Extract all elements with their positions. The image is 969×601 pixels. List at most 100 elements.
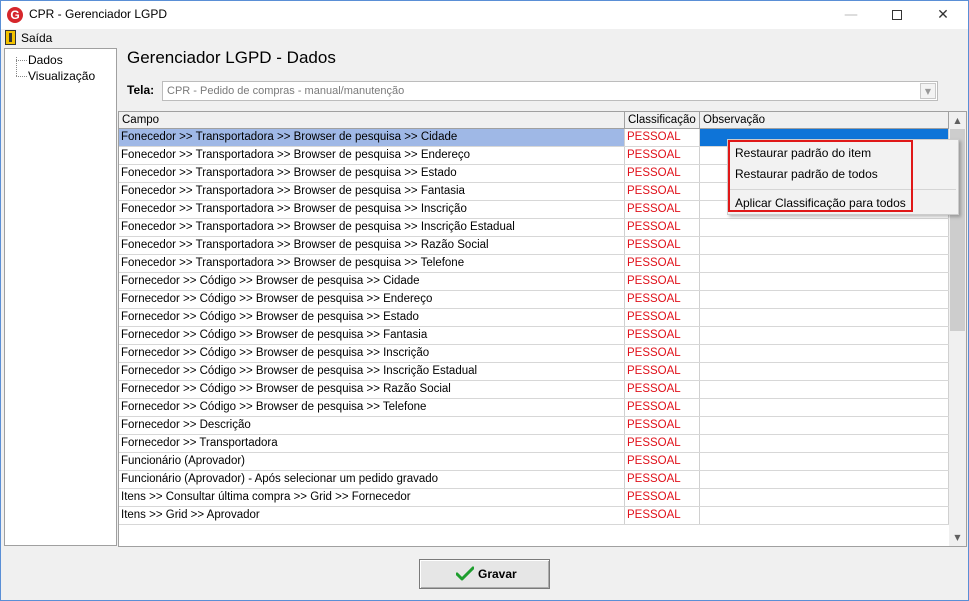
cell-campo[interactable]: Fornecedor >> Código >> Browser de pesqu… xyxy=(119,327,625,344)
table-row[interactable]: Funcionário (Aprovador) PESSOAL xyxy=(119,453,949,471)
cell-classificacao[interactable]: PESSOAL xyxy=(625,507,700,524)
cell-observacao[interactable] xyxy=(700,453,949,470)
table-row[interactable]: Fornecedor >> Transportadora PESSOAL xyxy=(119,435,949,453)
table-row[interactable]: Fornecedor >> Descrição PESSOAL xyxy=(119,417,949,435)
cell-classificacao[interactable]: PESSOAL xyxy=(625,147,700,164)
cell-campo[interactable]: Fonecedor >> Transportadora >> Browser d… xyxy=(119,129,625,146)
cell-classificacao[interactable]: PESSOAL xyxy=(625,219,700,236)
cell-observacao[interactable] xyxy=(700,471,949,488)
menu-item-restaurar-item[interactable]: Restaurar padrão do item xyxy=(735,146,871,160)
cell-classificacao[interactable]: PESSOAL xyxy=(625,435,700,452)
cell-classificacao[interactable]: PESSOAL xyxy=(625,237,700,254)
table-row[interactable]: Funcionário (Aprovador) - Após seleciona… xyxy=(119,471,949,489)
table-row[interactable]: Itens >> Consultar última compra >> Grid… xyxy=(119,489,949,507)
cell-campo[interactable]: Fornecedor >> Código >> Browser de pesqu… xyxy=(119,309,625,326)
table-row[interactable]: Fornecedor >> Código >> Browser de pesqu… xyxy=(119,345,949,363)
cell-campo[interactable]: Itens >> Grid >> Aprovador xyxy=(119,507,625,524)
cell-classificacao[interactable]: PESSOAL xyxy=(625,489,700,506)
cell-classificacao[interactable]: PESSOAL xyxy=(625,129,700,146)
table-row[interactable]: Fonecedor >> Transportadora >> Browser d… xyxy=(119,255,949,273)
table-row[interactable]: Fornecedor >> Código >> Browser de pesqu… xyxy=(119,381,949,399)
cell-campo[interactable]: Fornecedor >> Descrição xyxy=(119,417,625,434)
table-row[interactable]: Fonecedor >> Transportadora >> Browser d… xyxy=(119,237,949,255)
cell-observacao[interactable] xyxy=(700,417,949,434)
column-header-observacao[interactable]: Observação xyxy=(700,112,949,129)
column-header-classificacao[interactable]: Classificação xyxy=(625,112,700,129)
table-row[interactable]: Fornecedor >> Código >> Browser de pesqu… xyxy=(119,327,949,345)
cell-observacao[interactable] xyxy=(700,507,949,524)
table-row[interactable]: Fornecedor >> Código >> Browser de pesqu… xyxy=(119,363,949,381)
cell-classificacao[interactable]: PESSOAL xyxy=(625,363,700,380)
cell-classificacao[interactable]: PESSOAL xyxy=(625,255,700,272)
cell-campo[interactable]: Fonecedor >> Transportadora >> Browser d… xyxy=(119,255,625,272)
cell-classificacao[interactable]: PESSOAL xyxy=(625,453,700,470)
cell-classificacao[interactable]: PESSOAL xyxy=(625,201,700,218)
cell-classificacao[interactable]: PESSOAL xyxy=(625,291,700,308)
cell-campo[interactable]: Fornecedor >> Código >> Browser de pesqu… xyxy=(119,399,625,416)
cell-observacao[interactable] xyxy=(700,381,949,398)
cell-campo[interactable]: Fonecedor >> Transportadora >> Browser d… xyxy=(119,183,625,200)
scroll-down-icon[interactable]: ▼ xyxy=(949,529,966,546)
cell-classificacao[interactable]: PESSOAL xyxy=(625,273,700,290)
close-button[interactable]: ✕ xyxy=(920,1,966,29)
cell-classificacao[interactable]: PESSOAL xyxy=(625,309,700,326)
maximize-icon xyxy=(892,10,902,20)
menu-bar: Saída xyxy=(1,29,968,47)
tela-label: Tela: xyxy=(127,83,155,97)
cell-campo[interactable]: Fonecedor >> Transportadora >> Browser d… xyxy=(119,165,625,182)
cell-classificacao[interactable]: PESSOAL xyxy=(625,165,700,182)
save-button[interactable]: Gravar xyxy=(419,559,550,589)
tree-branch-line xyxy=(16,76,27,77)
cell-campo[interactable]: Fornecedor >> Código >> Browser de pesqu… xyxy=(119,273,625,290)
cell-classificacao[interactable]: PESSOAL xyxy=(625,345,700,362)
cell-observacao[interactable] xyxy=(700,435,949,452)
cell-observacao[interactable] xyxy=(700,219,949,236)
table-row[interactable]: Fornecedor >> Código >> Browser de pesqu… xyxy=(119,399,949,417)
cell-observacao[interactable] xyxy=(700,399,949,416)
exit-door-icon[interactable] xyxy=(5,30,16,45)
cell-observacao[interactable] xyxy=(700,291,949,308)
maximize-button[interactable] xyxy=(874,1,920,29)
cell-campo[interactable]: Funcionário (Aprovador) - Após seleciona… xyxy=(119,471,625,488)
cell-campo[interactable]: Fornecedor >> Código >> Browser de pesqu… xyxy=(119,291,625,308)
cell-observacao[interactable] xyxy=(700,309,949,326)
cell-campo[interactable]: Itens >> Consultar última compra >> Grid… xyxy=(119,489,625,506)
cell-classificacao[interactable]: PESSOAL xyxy=(625,381,700,398)
cell-campo[interactable]: Fonecedor >> Transportadora >> Browser d… xyxy=(119,201,625,218)
column-header-campo[interactable]: Campo xyxy=(119,112,625,129)
menu-exit[interactable]: Saída xyxy=(21,31,52,45)
chevron-down-icon[interactable]: ▼ xyxy=(920,83,936,99)
tree-item-label: Visualização xyxy=(28,69,96,83)
cell-classificacao[interactable]: PESSOAL xyxy=(625,417,700,434)
cell-campo[interactable]: Fonecedor >> Transportadora >> Browser d… xyxy=(119,237,625,254)
cell-observacao[interactable] xyxy=(700,489,949,506)
cell-classificacao[interactable]: PESSOAL xyxy=(625,327,700,344)
minimize-button[interactable]: — xyxy=(828,1,874,29)
cell-campo[interactable]: Fonecedor >> Transportadora >> Browser d… xyxy=(119,147,625,164)
cell-campo[interactable]: Fonecedor >> Transportadora >> Browser d… xyxy=(119,219,625,236)
table-row[interactable]: Fornecedor >> Código >> Browser de pesqu… xyxy=(119,309,949,327)
cell-observacao[interactable] xyxy=(700,345,949,362)
menu-item-restaurar-todos[interactable]: Restaurar padrão de todos xyxy=(735,167,878,181)
cell-observacao[interactable] xyxy=(700,273,949,290)
menu-item-aplicar-classificacao[interactable]: Aplicar Classificação para todos xyxy=(735,196,906,210)
cell-observacao[interactable] xyxy=(700,327,949,344)
cell-classificacao[interactable]: PESSOAL xyxy=(625,399,700,416)
table-row[interactable]: Fonecedor >> Transportadora >> Browser d… xyxy=(119,219,949,237)
cell-campo[interactable]: Funcionário (Aprovador) xyxy=(119,453,625,470)
table-row[interactable]: Fornecedor >> Código >> Browser de pesqu… xyxy=(119,291,949,309)
cell-classificacao[interactable]: PESSOAL xyxy=(625,183,700,200)
cell-campo[interactable]: Fornecedor >> Código >> Browser de pesqu… xyxy=(119,363,625,380)
scroll-up-icon[interactable]: ▲ xyxy=(949,112,966,129)
cell-campo[interactable]: Fornecedor >> Código >> Browser de pesqu… xyxy=(119,381,625,398)
table-row[interactable]: Itens >> Grid >> Aprovador PESSOAL xyxy=(119,507,949,525)
save-button-label: Gravar xyxy=(478,567,517,581)
cell-campo[interactable]: Fornecedor >> Transportadora xyxy=(119,435,625,452)
cell-campo[interactable]: Fornecedor >> Código >> Browser de pesqu… xyxy=(119,345,625,362)
tela-select[interactable]: CPR - Pedido de compras - manual/manuten… xyxy=(162,81,938,101)
cell-observacao[interactable] xyxy=(700,237,949,254)
table-row[interactable]: Fornecedor >> Código >> Browser de pesqu… xyxy=(119,273,949,291)
cell-classificacao[interactable]: PESSOAL xyxy=(625,471,700,488)
cell-observacao[interactable] xyxy=(700,363,949,380)
cell-observacao[interactable] xyxy=(700,255,949,272)
